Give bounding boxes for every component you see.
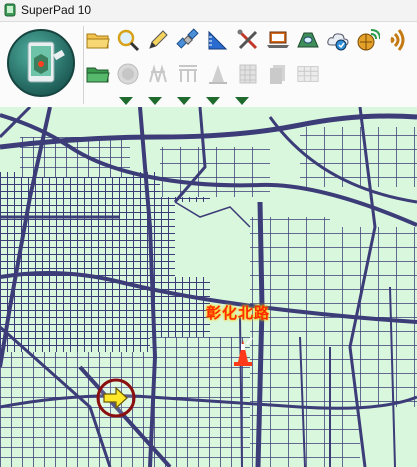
map-location-pin-icon[interactable] — [232, 338, 254, 368]
dropdown-arrow-icon[interactable] — [147, 96, 163, 106]
dropdown-arrow-icon[interactable] — [205, 96, 221, 106]
tools-icon — [237, 29, 258, 50]
laptop-icon — [267, 31, 289, 48]
search-button[interactable] — [116, 26, 140, 54]
tools-button[interactable] — [236, 26, 260, 54]
table-button[interactable] — [296, 60, 320, 88]
open-project-button[interactable] — [86, 60, 110, 88]
map-place-label: 彰化北路 — [206, 304, 271, 322]
map-view-button[interactable] — [296, 26, 320, 54]
map-view[interactable]: 彰化北路 — [0, 107, 417, 467]
app-icon — [4, 3, 16, 17]
broadcast-button[interactable] — [386, 26, 410, 54]
table-icon — [297, 66, 319, 82]
open-folder-icon — [86, 33, 110, 49]
satellite-icon — [176, 28, 199, 49]
toolbar-row-survey — [86, 60, 320, 88]
survey-line-button[interactable] — [176, 60, 200, 88]
satellite-button[interactable] — [176, 26, 200, 54]
toolbar-dropdown-arrows — [118, 96, 250, 106]
gps-position-arrow-icon[interactable] — [95, 377, 137, 419]
dropdown-arrow-icon[interactable] — [176, 96, 192, 106]
globe-signal-button[interactable] — [356, 26, 380, 54]
window-title: SuperPad 10 — [21, 3, 92, 17]
broadcast-icon — [390, 29, 405, 51]
record-button[interactable] — [116, 60, 140, 88]
document-icon — [270, 65, 285, 84]
laptop-button[interactable] — [266, 26, 290, 54]
document-button[interactable] — [266, 60, 290, 88]
dropdown-arrow-icon[interactable] — [118, 96, 134, 106]
road-network — [0, 107, 417, 467]
pen-button[interactable] — [146, 26, 170, 54]
ruler-button[interactable] — [206, 26, 230, 54]
toolbar-separator — [83, 26, 84, 104]
map-view-icon — [297, 32, 319, 48]
gps-tablet-logo-icon[interactable] — [6, 28, 76, 98]
toolbar-row-main — [86, 26, 410, 54]
survey-line-icon — [179, 65, 197, 82]
title-bar: SuperPad 10 — [0, 0, 417, 22]
survey-point-button[interactable] — [146, 60, 170, 88]
cloud-sync-icon — [327, 33, 349, 51]
record-icon — [117, 63, 139, 85]
dropdown-arrow-icon[interactable] — [234, 96, 250, 106]
search-icon — [117, 29, 140, 52]
open-folder-button[interactable] — [86, 26, 110, 54]
grid-doc-icon — [239, 64, 257, 84]
cone-button[interactable] — [206, 60, 230, 88]
cone-icon — [209, 65, 227, 84]
survey-point-icon — [149, 64, 167, 83]
toolbar — [0, 22, 417, 107]
cloud-sync-button[interactable] — [326, 26, 350, 54]
pen-icon — [149, 30, 168, 49]
ruler-icon — [208, 30, 228, 50]
folder-icon — [86, 67, 110, 83]
globe-signal-icon — [357, 29, 380, 51]
grid-doc-button[interactable] — [236, 60, 260, 88]
